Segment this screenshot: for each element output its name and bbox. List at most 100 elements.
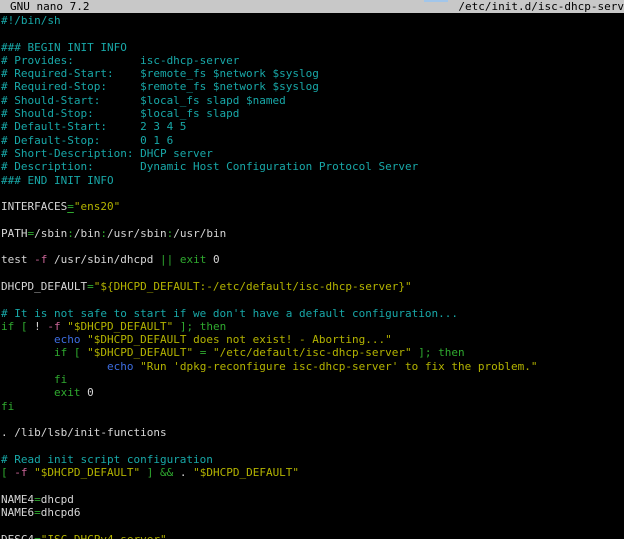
code-segment: /usr/bin xyxy=(173,227,226,240)
code-segment: [ xyxy=(1,466,14,479)
code-line: echo "Run 'dpkg-reconfigure isc-dhcp-ser… xyxy=(1,360,624,373)
code-line xyxy=(1,213,624,226)
code-line: NAME6=dhcpd6 xyxy=(1,506,624,519)
code-segment: "$DHCPD_DEFAULT does not exist! - Aborti… xyxy=(87,333,392,346)
code-segment: = xyxy=(34,533,41,539)
code-segment: fi xyxy=(1,400,14,413)
code-segment: -f xyxy=(47,320,67,333)
code-segment: . /lib/lsb/init-functions xyxy=(1,426,167,439)
code-segment: # Description: Dynamic Host Configuratio… xyxy=(1,160,418,173)
code-segment: dhcpd6 xyxy=(41,506,81,519)
code-segment: . xyxy=(180,466,193,479)
code-segment: # Default-Start: 2 3 4 5 xyxy=(1,120,186,133)
code-line: if [ ! -f "$DHCPD_DEFAULT" ]; then xyxy=(1,320,624,333)
code-segment: "$DHCPD_DEFAULT" xyxy=(193,466,299,479)
code-line xyxy=(1,27,624,40)
code-line: DHCPD_DEFAULT="${DHCPD_DEFAULT:-/etc/def… xyxy=(1,280,624,293)
code-segment: fi xyxy=(54,373,67,386)
code-line: ### END INIT INFO xyxy=(1,174,624,187)
code-segment: # Should-Start: $local_fs slapd $named xyxy=(1,94,286,107)
code-segment: = xyxy=(87,280,94,293)
code-segment: -f xyxy=(14,466,34,479)
code-segment: DHCPD_DEFAULT xyxy=(1,280,87,293)
code-segment: NAME6 xyxy=(1,506,34,519)
code-segment: /bin xyxy=(74,227,101,240)
code-line: ### BEGIN INIT INFO xyxy=(1,41,624,54)
code-line: echo "$DHCPD_DEFAULT does not exist! - A… xyxy=(1,333,624,346)
code-segment: if [ xyxy=(54,346,87,359)
code-line: # Description: Dynamic Host Configuratio… xyxy=(1,160,624,173)
code-segment: = xyxy=(34,506,41,519)
code-segment: /sbin xyxy=(34,227,67,240)
code-line: fi xyxy=(1,400,624,413)
code-segment: ### BEGIN INIT INFO xyxy=(1,41,127,54)
code-segment xyxy=(1,333,54,346)
code-segment xyxy=(1,386,54,399)
code-segment: "$DHCPD_DEFAULT" xyxy=(67,320,173,333)
code-segment: = xyxy=(34,493,41,506)
code-segment: dhcpd xyxy=(41,493,74,506)
code-segment: ]; then xyxy=(412,346,465,359)
code-segment: # Default-Stop: 0 1 6 xyxy=(1,134,173,147)
app-title: GNU nano 7.2 xyxy=(0,0,89,13)
code-line: # Default-Stop: 0 1 6 xyxy=(1,134,624,147)
code-line xyxy=(1,187,624,200)
code-line: PATH=/sbin:/bin:/usr/sbin:/usr/bin xyxy=(1,227,624,240)
code-line: # Required-Start: $remote_fs $network $s… xyxy=(1,67,624,80)
code-segment: DESC4 xyxy=(1,533,34,539)
code-line: DESC4="ISC DHCPv4 server" xyxy=(1,533,624,539)
code-segment: : xyxy=(100,227,107,240)
window-edge-artifact xyxy=(424,0,448,2)
file-path: /etc/init.d/isc-dhcp-serv xyxy=(458,0,624,13)
code-segment: echo xyxy=(107,360,140,373)
code-segment: = xyxy=(193,346,213,359)
code-line: # Read init script configuration xyxy=(1,453,624,466)
code-segment: # Should-Stop: $local_fs slapd xyxy=(1,107,239,120)
code-line: INTERFACES="ens20" xyxy=(1,200,624,213)
code-segment: INTERFACES xyxy=(1,200,67,213)
code-segment: echo xyxy=(54,333,87,346)
code-line xyxy=(1,519,624,532)
code-segment: 0 xyxy=(206,253,219,266)
code-segment: # Provides: isc-dhcp-server xyxy=(1,54,239,67)
code-line: exit 0 xyxy=(1,386,624,399)
code-line xyxy=(1,479,624,492)
code-segment: #!/bin/sh xyxy=(1,14,61,27)
code-line: # Required-Stop: $remote_fs $network $sy… xyxy=(1,80,624,93)
code-line xyxy=(1,240,624,253)
nano-title-bar: GNU nano 7.2 /etc/init.d/isc-dhcp-serv xyxy=(0,0,624,13)
terminal-editor-area[interactable]: #!/bin/sh ### BEGIN INIT INFO# Provides: … xyxy=(1,14,624,539)
code-segment: = xyxy=(67,200,74,213)
code-line: # Provides: isc-dhcp-server xyxy=(1,54,624,67)
code-segment: ] && xyxy=(140,466,180,479)
code-segment: PATH xyxy=(1,227,28,240)
code-line: . /lib/lsb/init-functions xyxy=(1,426,624,439)
code-line: fi xyxy=(1,373,624,386)
code-segment xyxy=(1,373,54,386)
code-segment: "$DHCPD_DEFAULT" xyxy=(34,466,140,479)
code-segment: : xyxy=(67,227,74,240)
code-line: [ -f "$DHCPD_DEFAULT" ] && . "$DHCPD_DEF… xyxy=(1,466,624,479)
code-segment: ! xyxy=(34,320,47,333)
code-line: test -f /usr/sbin/dhcpd || exit 0 xyxy=(1,253,624,266)
code-segment: "$DHCPD_DEFAULT" xyxy=(87,346,193,359)
code-segment: "/etc/default/isc-dhcp-server" xyxy=(213,346,412,359)
code-line: #!/bin/sh xyxy=(1,14,624,27)
code-segment: if [ xyxy=(1,320,34,333)
code-segment: # Read init script configuration xyxy=(1,453,213,466)
code-segment: # Required-Stop: $remote_fs $network $sy… xyxy=(1,80,319,93)
code-segment: "ISC DHCPv4 server" xyxy=(41,533,167,539)
code-segment xyxy=(1,346,54,359)
code-segment: "${DHCPD_DEFAULT:-/etc/default/isc-dhcp-… xyxy=(94,280,412,293)
code-segment: ]; then xyxy=(173,320,226,333)
code-line: # Default-Start: 2 3 4 5 xyxy=(1,120,624,133)
code-line: # Should-Start: $local_fs slapd $named xyxy=(1,94,624,107)
code-segment: # Short-Description: DHCP server xyxy=(1,147,213,160)
code-segment: NAME4 xyxy=(1,493,34,506)
code-segment: -f xyxy=(34,253,47,266)
code-segment: || exit xyxy=(160,253,206,266)
code-line xyxy=(1,267,624,280)
code-line xyxy=(1,440,624,453)
code-line xyxy=(1,293,624,306)
code-segment: /usr/sbin/dhcpd xyxy=(47,253,160,266)
